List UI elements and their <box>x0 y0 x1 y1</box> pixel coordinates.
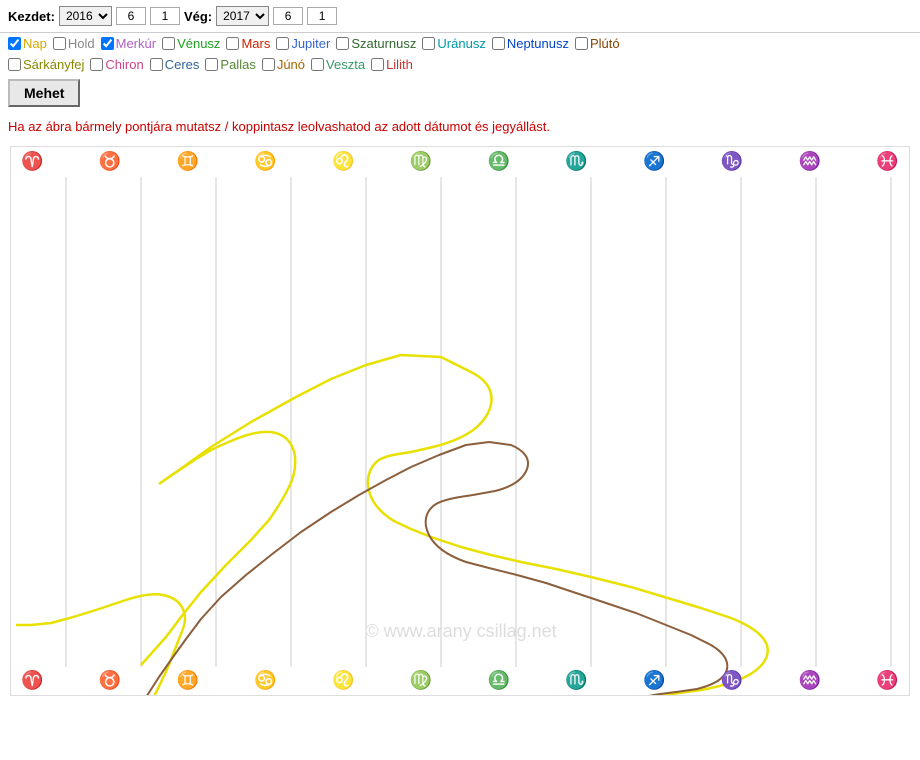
day-start-input[interactable] <box>150 7 180 25</box>
zodiac-bottom-pisces: ♓ <box>876 670 898 691</box>
checkboxes-row2: Sárkányfej Chiron Ceres Pallas Júnó Vesz… <box>0 54 920 75</box>
zodiac-bottom-libra: ♎ <box>488 670 510 691</box>
check-pallas[interactable] <box>205 58 218 71</box>
sun-path-2 <box>141 432 295 665</box>
zodiac-bottom-aquarius: ♒ <box>799 670 821 691</box>
check-lilith[interactable] <box>371 58 384 71</box>
zodiac-bottom-scorpio: ♏ <box>565 670 587 691</box>
day-end-input[interactable] <box>307 7 337 25</box>
label-mars: Mars <box>241 36 270 51</box>
label-pallas: Pallas <box>220 57 255 72</box>
check-juno[interactable] <box>262 58 275 71</box>
check-merkur[interactable] <box>101 37 114 50</box>
zodiac-bottom-gemini: ♊ <box>177 670 199 691</box>
mercury-path <box>16 442 910 696</box>
label-ceres: Ceres <box>165 57 200 72</box>
zodiac-bottom-taurus: ♉ <box>99 670 121 691</box>
check-pluto[interactable] <box>575 37 588 50</box>
chart-area[interactable]: ♈ ♉ ♊ ♋ ♌ ♍ ♎ ♏ ♐ ♑ ♒ ♓ <box>10 146 910 696</box>
mehet-button[interactable]: Mehet <box>8 79 80 107</box>
cb-veszta: Veszta <box>311 57 365 72</box>
mehet-button-container: Mehet <box>0 75 920 111</box>
zodiac-bottom-aries: ♈ <box>21 670 43 691</box>
check-szaturnusz[interactable] <box>336 37 349 50</box>
year-start-select[interactable]: 2016 2017 <box>59 6 112 26</box>
cb-juno: Júnó <box>262 57 305 72</box>
cb-neptunusz: Neptunusz <box>492 36 569 51</box>
check-venusz[interactable] <box>162 37 175 50</box>
watermark-text: © www.arany csillag.net <box>365 621 556 641</box>
cb-jupiter: Jupiter <box>276 36 330 51</box>
label-jupiter: Jupiter <box>291 36 330 51</box>
cb-pallas: Pallas <box>205 57 255 72</box>
zodiac-bottom-sagittarius: ♐ <box>643 670 665 691</box>
veg-label: Vég: <box>184 9 212 24</box>
label-sarkany: Sárkányfej <box>23 57 84 72</box>
cb-venusz: Vénusz <box>162 36 220 51</box>
cb-lilith: Lilith <box>371 57 413 72</box>
cb-mars: Mars <box>226 36 270 51</box>
label-neptunusz: Neptunusz <box>507 36 569 51</box>
check-uranusz[interactable] <box>422 37 435 50</box>
month-end-input[interactable] <box>273 7 303 25</box>
label-hold: Hold <box>68 36 95 51</box>
zodiac-bottom-cancer: ♋ <box>254 670 276 691</box>
check-ceres[interactable] <box>150 58 163 71</box>
cb-chiron: Chiron <box>90 57 143 72</box>
check-veszta[interactable] <box>311 58 324 71</box>
cb-pluto: Plútó <box>575 36 620 51</box>
cb-szaturnusz: Szaturnusz <box>336 36 416 51</box>
label-uranusz: Uránusz <box>437 36 485 51</box>
label-veszta: Veszta <box>326 57 365 72</box>
label-chiron: Chiron <box>105 57 143 72</box>
cb-hold: Hold <box>53 36 95 51</box>
kezdet-label: Kezdet: <box>8 9 55 24</box>
check-mars[interactable] <box>226 37 239 50</box>
label-venusz: Vénusz <box>177 36 220 51</box>
chart-svg: © www.arany csillag.net <box>11 147 910 696</box>
check-neptunusz[interactable] <box>492 37 505 50</box>
label-merkur: Merkúr <box>116 36 156 51</box>
check-jupiter[interactable] <box>276 37 289 50</box>
zodiac-bottom: ♈ ♉ ♊ ♋ ♌ ♍ ♎ ♏ ♐ ♑ ♒ ♓ <box>11 670 909 691</box>
label-nap: Nap <box>23 36 47 51</box>
year-end-select[interactable]: 2017 2018 <box>216 6 269 26</box>
cb-nap: Nap <box>8 36 47 51</box>
cb-merkur: Merkúr <box>101 36 156 51</box>
label-juno: Júnó <box>277 57 305 72</box>
check-hold[interactable] <box>53 37 66 50</box>
info-text: Ha az ábra bármely pontjára mutatsz / ko… <box>0 111 920 138</box>
check-sarkany[interactable] <box>8 58 21 71</box>
label-lilith: Lilith <box>386 57 413 72</box>
top-bar: Kezdet: 2016 2017 Vég: 2017 2018 <box>0 0 920 33</box>
month-start-input[interactable] <box>116 7 146 25</box>
cb-uranusz: Uránusz <box>422 36 485 51</box>
zodiac-bottom-leo: ♌ <box>332 670 354 691</box>
cb-sarkany: Sárkányfej <box>8 57 84 72</box>
check-chiron[interactable] <box>90 58 103 71</box>
checkboxes-row1: Nap Hold Merkúr Vénusz Mars Jupiter Szat… <box>0 33 920 54</box>
label-szaturnusz: Szaturnusz <box>351 36 416 51</box>
check-nap[interactable] <box>8 37 21 50</box>
label-pluto: Plútó <box>590 36 620 51</box>
zodiac-bottom-virgo: ♍ <box>410 670 432 691</box>
sun-main <box>159 355 910 696</box>
cb-ceres: Ceres <box>150 57 200 72</box>
zodiac-bottom-capricorn: ♑ <box>721 670 743 691</box>
